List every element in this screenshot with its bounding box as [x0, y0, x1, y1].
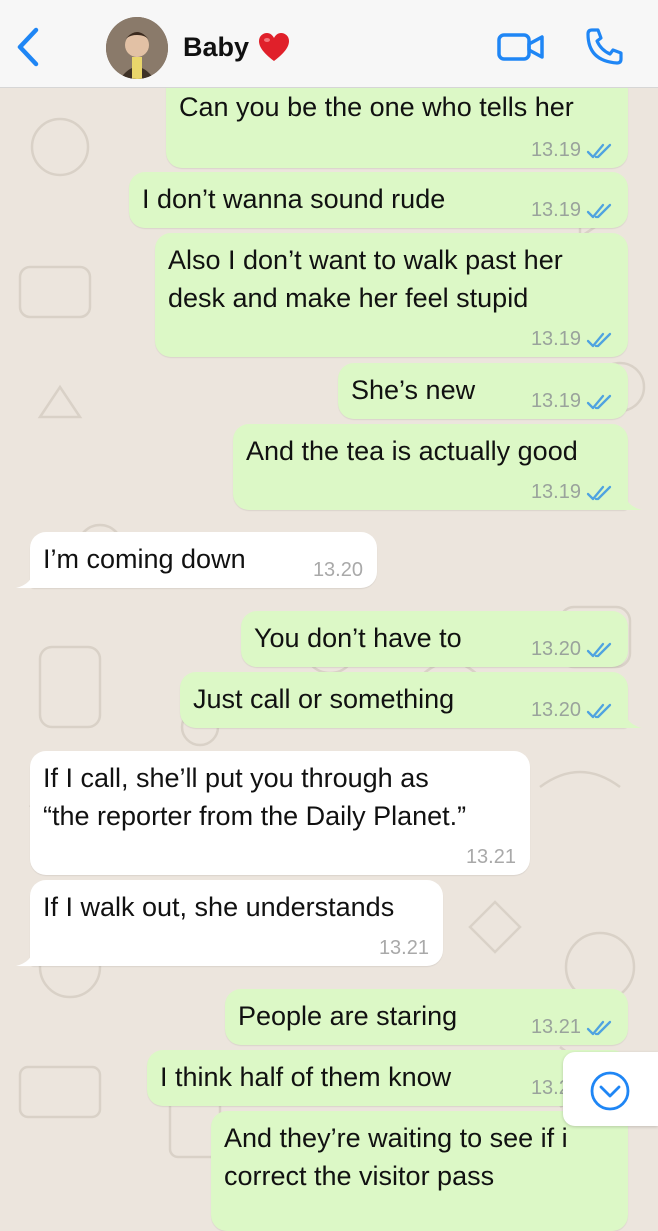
message-time: 13.21: [530, 1016, 581, 1038]
double-check-icon: [586, 143, 612, 158]
contact-name[interactable]: Baby: [183, 30, 291, 64]
message-time: 13.20: [530, 638, 581, 660]
message-text: I don’t wanna sound rude: [142, 184, 446, 214]
contact-name-text: Baby: [183, 31, 250, 62]
heart-icon: [259, 33, 290, 61]
message-meta: 13.20: [313, 559, 363, 582]
message-text: She’s new: [351, 375, 476, 405]
message-time: 13.21: [465, 846, 516, 868]
message-text: You don’t have to: [254, 623, 462, 653]
bubble-tail: [624, 710, 642, 728]
message-meta: 13.21: [379, 937, 429, 960]
message-meta: 13.20: [531, 699, 614, 722]
message-meta: 13.20: [531, 638, 614, 661]
double-check-icon: [586, 485, 612, 500]
message-meta: 13.21: [531, 1016, 614, 1039]
message-time: 13.19: [530, 139, 581, 161]
message-meta: 13.19: [531, 328, 614, 351]
avatar[interactable]: [106, 17, 168, 79]
message-bubble[interactable]: Just call or something 13.20: [180, 672, 642, 728]
message-text: Just call or something: [193, 684, 455, 714]
message-bubble[interactable]: If I call, she’ll put you through as “th…: [30, 751, 530, 875]
double-check-icon: [586, 203, 612, 218]
message-bubble[interactable]: Also I don’t want to walk past her desk …: [155, 233, 628, 357]
message-bubble[interactable]: I don’t wanna sound rude 13.19: [129, 172, 628, 228]
message-time: 13.21: [378, 937, 429, 959]
message-text: I think half of them know: [160, 1062, 452, 1092]
chevron-left-icon: [17, 27, 39, 67]
message-text: I’m coming down: [43, 544, 246, 574]
message-bubble[interactable]: She’s new 13.19: [338, 363, 628, 419]
message-text: And the tea is actually good: [246, 436, 578, 466]
message-meta: 13.19: [531, 199, 614, 222]
message-bubble[interactable]: And the tea is actually good 13.19: [233, 424, 642, 510]
message-time: 13.20: [530, 699, 581, 721]
double-check-icon: [586, 332, 612, 347]
bubble-tail: [16, 570, 34, 588]
message-meta: 13.19: [531, 390, 614, 413]
message-bubble[interactable]: You don’t have to 13.20: [241, 611, 628, 667]
video-camera-icon: [497, 33, 544, 61]
message-time: 13.20: [312, 559, 363, 581]
message-time: 13.19: [530, 199, 581, 221]
message-bubble[interactable]: If I walk out, she understands 13.21: [16, 880, 443, 966]
message-text: If I walk out, she understands: [43, 892, 395, 922]
voice-call-button[interactable]: [582, 25, 626, 69]
message-bubble[interactable]: People are staring 13.21: [225, 989, 628, 1045]
message-meta: 13.19: [531, 481, 614, 504]
message-text: People are staring: [238, 1001, 458, 1031]
message-bubble[interactable]: And they’re waiting to see if i correct …: [211, 1111, 628, 1231]
message-meta: 13.19: [531, 139, 614, 162]
double-check-icon: [586, 642, 612, 657]
video-call-button[interactable]: [496, 27, 546, 67]
message-text: And they’re waiting to see if i correct …: [224, 1123, 568, 1191]
bubble-tail: [16, 948, 34, 966]
message-text: Can you be the one who tells her: [179, 92, 574, 122]
message-text: If I call, she’ll put you through as “th…: [43, 763, 467, 831]
scroll-to-bottom-button[interactable]: [563, 1052, 658, 1126]
message-time: 13.19: [530, 328, 581, 350]
message-bubble[interactable]: I’m coming down 13.20: [16, 532, 377, 588]
message-text: Also I don’t want to walk past her desk …: [168, 245, 563, 313]
message-time: 13.19: [530, 390, 581, 412]
message-list: Can you be the one who tells her 13.19 I…: [0, 0, 658, 1231]
phone-icon: [586, 28, 623, 65]
double-check-icon: [586, 703, 612, 718]
message-meta: 13.21: [466, 846, 516, 869]
message-bubble[interactable]: I think half of them know 13.21: [147, 1050, 628, 1106]
double-check-icon: [586, 1020, 612, 1035]
bubble-tail: [624, 492, 642, 510]
chat-header: Baby: [0, 0, 658, 88]
message-time: 13.19: [530, 481, 581, 503]
double-check-icon: [586, 394, 612, 409]
back-button[interactable]: [8, 22, 48, 72]
chevron-down-circle-icon: [590, 1071, 630, 1111]
